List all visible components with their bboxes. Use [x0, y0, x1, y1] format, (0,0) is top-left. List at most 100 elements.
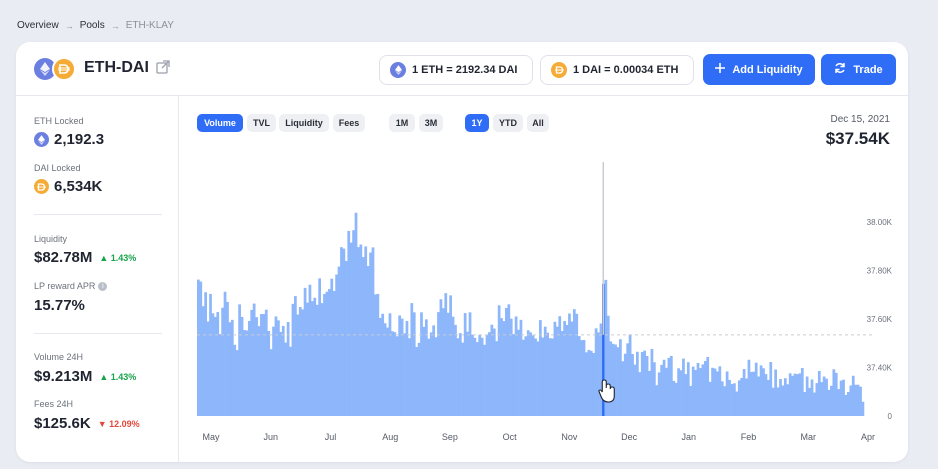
chart-bar — [352, 230, 355, 416]
chart-bar — [327, 289, 331, 416]
chart-bar — [696, 362, 700, 416]
chart-bar — [803, 392, 807, 416]
chart-bar — [740, 377, 744, 416]
chart-bar — [197, 279, 200, 416]
chart-bar — [412, 312, 416, 416]
chart-bar — [531, 335, 535, 416]
chart-bar — [839, 380, 843, 416]
chart-bar — [774, 369, 777, 416]
chart-bar — [439, 299, 443, 416]
external-link-icon[interactable] — [156, 60, 170, 74]
chart-bar — [301, 309, 305, 416]
chart-bar — [517, 329, 520, 416]
chart-bar — [723, 386, 727, 416]
chart-bar — [825, 378, 828, 416]
chart-bar — [410, 303, 414, 416]
chart-bar — [558, 316, 562, 416]
chart-bar — [684, 374, 688, 416]
fees-24h-delta: ▼ 12.09% — [97, 418, 140, 429]
chart-bar — [648, 370, 651, 416]
chart-bar — [238, 304, 241, 416]
chart-bar — [480, 337, 484, 416]
chart-bar — [662, 359, 666, 416]
chart-bar — [471, 334, 474, 416]
x-tick-label: Apr — [861, 432, 875, 442]
chart-bar — [851, 375, 855, 416]
chart-bar — [422, 326, 426, 416]
chart-bar — [233, 344, 237, 416]
chart-bar — [529, 332, 533, 416]
chart-bar — [822, 376, 826, 416]
trade-button[interactable]: Trade — [821, 54, 896, 85]
dai-locked-amount: 6,534K — [54, 178, 103, 195]
chart-bar — [575, 313, 579, 416]
chart-bar — [269, 349, 273, 416]
chart-bar — [677, 368, 680, 416]
chart-bar — [473, 337, 477, 416]
chart-bar — [592, 353, 596, 416]
chart-bar — [323, 293, 326, 416]
chart-bar — [699, 368, 702, 416]
chart-bar — [750, 371, 753, 416]
chart-bar — [689, 385, 693, 416]
chart-bar — [526, 330, 530, 416]
apr-label: LP reward APR i — [34, 281, 108, 292]
chart-bar — [548, 338, 552, 416]
chart-bar — [657, 372, 661, 416]
chart-bar — [395, 336, 399, 416]
chart-bar — [844, 394, 848, 416]
breadcrumb-item-pools[interactable]: Pools — [80, 20, 105, 31]
chart-bar — [585, 352, 588, 416]
x-tick-label: Nov — [561, 432, 578, 442]
chart-bar — [211, 313, 215, 416]
chart-bar — [468, 312, 472, 416]
chart-bar — [582, 339, 586, 416]
info-icon[interactable]: i — [98, 282, 108, 292]
dai-icon — [551, 62, 567, 78]
volume-chart[interactable]: 0 37.40K 37.60K 37.80K 38.00K May Jun Jul Aug Se… — [180, 96, 908, 462]
chart-bar — [209, 293, 212, 416]
chart-bar — [347, 230, 351, 416]
y-tick-label: 38.00K — [867, 218, 893, 227]
chart-bar — [306, 302, 309, 416]
chart-bar — [706, 356, 710, 416]
chart-bar — [619, 339, 622, 416]
chart-bar — [461, 342, 465, 416]
chart-bar — [274, 316, 278, 416]
chart-bar — [475, 342, 479, 416]
chart-bar — [565, 324, 569, 416]
breadcrumb-current: ETH-KLAY — [125, 20, 174, 31]
chart-bar — [701, 364, 705, 416]
chart-bar — [311, 301, 314, 416]
chart-bar — [842, 379, 845, 416]
chart-bar — [633, 364, 637, 416]
chart-bar — [286, 322, 290, 416]
chart-bar — [284, 342, 288, 416]
chart-bar — [837, 389, 841, 416]
breadcrumb: Overview → Pools → ETH-KLAY — [17, 20, 174, 31]
chart-bar — [597, 332, 600, 416]
chart-bar — [245, 330, 249, 416]
eth-locked-value: 2,192.3 — [34, 131, 104, 148]
divider — [34, 214, 162, 215]
chart-bar — [500, 318, 503, 416]
chart-bar — [226, 301, 229, 416]
chart-bar — [594, 328, 598, 416]
breadcrumb-item-overview[interactable]: Overview — [17, 20, 59, 31]
add-liquidity-button[interactable]: Add Liquidity — [703, 54, 815, 85]
x-axis: May Jun Jul Aug Sep Oct Nov Dec Jan Feb Mar Apr — [202, 432, 875, 442]
chart-bar — [272, 326, 275, 416]
fees-24h-value: $125.6K ▼ 12.09% — [34, 415, 140, 432]
eth-locked-label: ETH Locked — [34, 116, 84, 126]
chart-bar — [570, 321, 574, 416]
chart-bar — [660, 364, 663, 416]
chart-bar — [747, 359, 751, 416]
chart-bar — [776, 387, 780, 416]
chart-bar — [240, 316, 244, 416]
chart-bar — [332, 291, 336, 416]
chart-bar — [364, 246, 368, 416]
chart-bar — [546, 332, 549, 416]
chart-bar — [281, 325, 285, 416]
chart-bar — [206, 321, 210, 416]
dai-eth-rate: 1 DAI = 0.00034 ETH — [540, 55, 694, 85]
